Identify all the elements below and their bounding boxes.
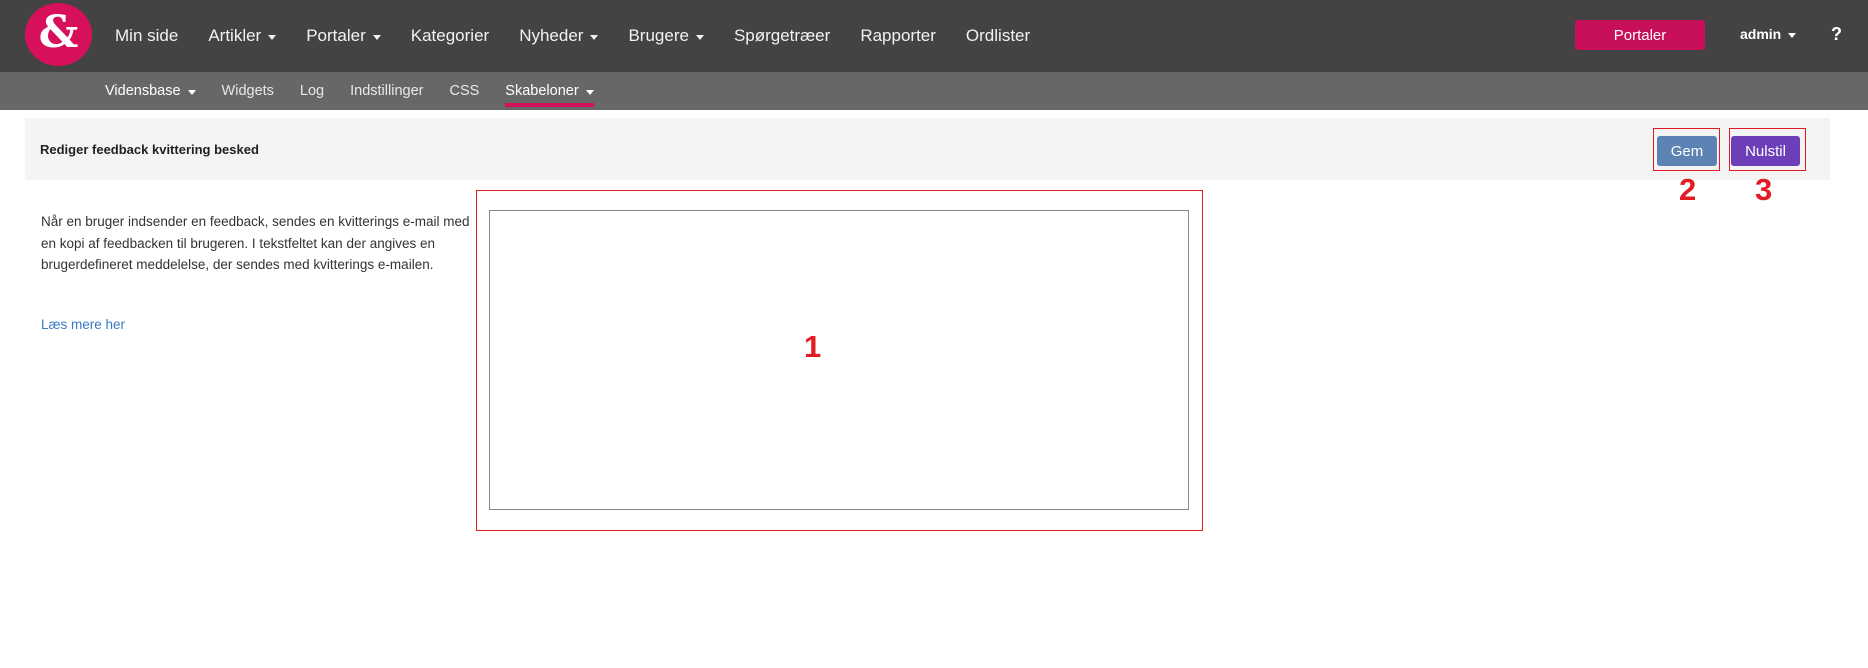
subnav-label: Indstillinger	[350, 83, 424, 99]
annotation-number-3: 3	[1755, 172, 1773, 207]
subnav-item-vidensbase[interactable]: Vidensbase	[92, 72, 209, 110]
subnav-label: Vidensbase	[105, 83, 181, 99]
caret-down-icon	[695, 34, 704, 40]
save-button[interactable]: Gem	[1657, 136, 1717, 166]
logo-icon[interactable]: &	[25, 3, 92, 66]
caret-down-icon	[187, 89, 196, 95]
nav-item-spoergetraeer[interactable]: Spørgetræer	[719, 26, 845, 46]
nav-item-min-side[interactable]: Min side	[100, 26, 193, 46]
sub-navbar: Vidensbase Widgets Log Indstillinger CSS…	[0, 72, 1868, 110]
panel-title: Rediger feedback kvittering besked	[40, 141, 259, 157]
subnav-item-indstillinger[interactable]: Indstillinger	[337, 72, 436, 110]
nav-item-kategorier[interactable]: Kategorier	[396, 26, 504, 46]
portaler-button[interactable]: Portaler	[1575, 20, 1705, 50]
nav-label: Rapporter	[860, 26, 936, 45]
feedback-message-textarea[interactable]	[489, 210, 1189, 510]
description-text: Når en bruger indsender en feedback, sen…	[41, 214, 470, 272]
subnav-label: Widgets	[221, 83, 274, 99]
caret-down-icon	[590, 34, 599, 40]
annotation-number-2: 2	[1679, 172, 1697, 207]
caret-down-icon	[1788, 32, 1797, 38]
nav-label: Artikler	[208, 26, 262, 45]
help-icon[interactable]: ?	[1831, 0, 1842, 68]
subnav-item-log[interactable]: Log	[287, 72, 337, 110]
nav-item-ordlister[interactable]: Ordlister	[951, 26, 1045, 46]
read-more-link[interactable]: Læs mere her	[41, 317, 125, 332]
subnav-label: Log	[299, 83, 325, 99]
nav-item-portaler[interactable]: Portaler	[291, 26, 396, 46]
subnav-item-widgets[interactable]: Widgets	[209, 72, 287, 110]
nav-item-brugere[interactable]: Brugere	[613, 26, 718, 46]
nav-item-nyheder[interactable]: Nyheder	[504, 26, 613, 46]
main-nav: Min side Artikler Portaler Kategorier Ny…	[100, 0, 1045, 72]
logo-glyph: &	[38, 6, 79, 58]
nav-label: Brugere	[628, 26, 689, 45]
subnav-item-skabeloner[interactable]: Skabeloner	[492, 72, 606, 110]
subnav-label: Skabeloner	[505, 83, 579, 99]
top-navbar: & Min side Artikler Portaler Kategorier …	[0, 0, 1868, 72]
reset-button[interactable]: Nulstil	[1731, 136, 1800, 166]
subnav-item-css[interactable]: CSS	[436, 72, 492, 110]
nav-item-artikler[interactable]: Artikler	[193, 26, 291, 46]
nav-label: Spørgetræer	[733, 26, 831, 45]
nav-label: Ordlister	[965, 26, 1031, 45]
user-name: admin	[1740, 26, 1782, 42]
nav-label: Kategorier	[410, 26, 490, 45]
caret-down-icon	[372, 34, 381, 40]
caret-down-icon	[585, 89, 594, 95]
annotation-number-1: 1	[804, 329, 822, 364]
user-menu[interactable]: admin	[1740, 0, 1797, 68]
subnav-label: CSS	[449, 83, 480, 99]
sub-nav: Vidensbase Widgets Log Indstillinger CSS…	[92, 72, 607, 110]
nav-item-rapporter[interactable]: Rapporter	[845, 26, 951, 46]
nav-label: Nyheder	[519, 26, 584, 45]
active-tab-indicator	[505, 103, 594, 107]
nav-label: Portaler	[306, 26, 366, 45]
caret-down-icon	[268, 34, 277, 40]
panel-header: Rediger feedback kvittering besked	[25, 118, 1830, 180]
nav-label: Min side	[115, 26, 179, 45]
